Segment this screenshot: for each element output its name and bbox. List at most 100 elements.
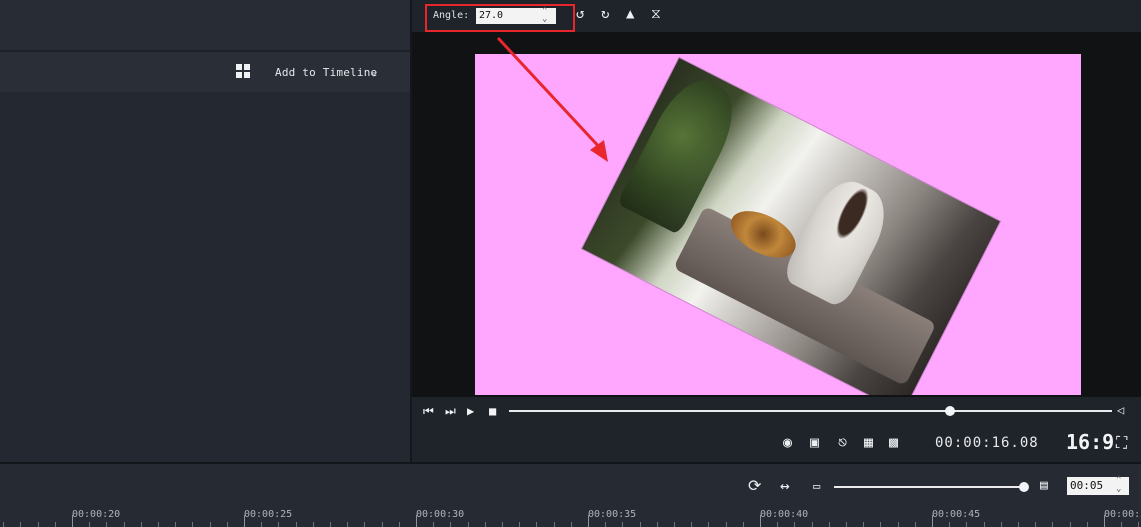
flip-vertical-icon[interactable]: ⧖ bbox=[651, 6, 661, 22]
ruler-minor-tick bbox=[1052, 522, 1053, 527]
ruler-minor-tick bbox=[399, 522, 400, 527]
ruler-minor-tick bbox=[812, 522, 813, 527]
ruler-tick-label: 00:00:35 bbox=[588, 509, 637, 520]
volume-icon[interactable]: ◁ bbox=[1117, 403, 1124, 417]
ruler-minor-tick bbox=[829, 522, 830, 527]
ruler-minor-tick bbox=[55, 522, 56, 527]
next-frame-icon[interactable]: ⏭ bbox=[445, 404, 456, 419]
ruler-minor-tick bbox=[433, 522, 434, 527]
ruler-minor-tick bbox=[863, 522, 864, 527]
ruler-major-tick bbox=[588, 515, 589, 527]
grid-view-icon[interactable] bbox=[236, 64, 250, 78]
ruler-minor-tick bbox=[536, 522, 537, 527]
ruler-minor-tick bbox=[966, 522, 967, 527]
snapshot-icon[interactable]: ▩ bbox=[889, 433, 898, 451]
ruler-tick-label: 00:00:25 bbox=[244, 509, 293, 520]
palette-icon[interactable]: ◉ bbox=[783, 433, 792, 451]
ruler-minor-tick bbox=[726, 522, 727, 527]
screen-capture-icon[interactable]: ▦ bbox=[864, 433, 873, 451]
camera-icon[interactable]: ▣ bbox=[810, 433, 819, 451]
ruler-minor-tick bbox=[227, 522, 228, 527]
ruler-minor-tick bbox=[192, 522, 193, 527]
flip-horizontal-icon[interactable]: ▲ bbox=[626, 6, 634, 22]
ruler-minor-tick bbox=[1070, 522, 1071, 527]
ruler-minor-tick bbox=[984, 522, 985, 527]
ruler-minor-tick bbox=[175, 522, 176, 527]
zoom-in-icon[interactable]: ▤ bbox=[1040, 478, 1048, 493]
ruler-minor-tick bbox=[691, 522, 692, 527]
ruler-minor-tick bbox=[330, 522, 331, 527]
ruler-major-tick bbox=[1104, 515, 1105, 527]
refresh-icon[interactable]: ⟳ bbox=[748, 476, 761, 495]
plant-shape bbox=[616, 69, 747, 236]
ruler-minor-tick bbox=[1035, 522, 1036, 527]
rotated-video-frame bbox=[582, 57, 1000, 395]
ruler-minor-tick bbox=[261, 522, 262, 527]
timecode-display: 00:00:16.08 bbox=[935, 435, 1039, 451]
ruler-minor-tick bbox=[38, 522, 39, 527]
zoom-spinner-icon[interactable]: ⌃ ⌄ bbox=[1116, 476, 1121, 494]
ruler-minor-tick bbox=[571, 522, 572, 527]
ruler-minor-tick bbox=[158, 522, 159, 527]
ruler-minor-tick bbox=[502, 522, 503, 527]
ruler-minor-tick bbox=[485, 522, 486, 527]
ruler-major-tick bbox=[72, 515, 73, 527]
ruler-minor-tick bbox=[20, 522, 21, 527]
ruler-minor-tick bbox=[794, 522, 795, 527]
left-panel-header bbox=[0, 0, 410, 50]
ruler-minor-tick bbox=[278, 522, 279, 527]
ruler-minor-tick bbox=[3, 522, 4, 527]
ruler-minor-tick bbox=[382, 522, 383, 527]
ruler-minor-tick bbox=[898, 522, 899, 527]
ruler-minor-tick bbox=[89, 522, 90, 527]
fit-width-icon[interactable]: ↔ bbox=[780, 476, 790, 495]
ruler-minor-tick bbox=[364, 522, 365, 527]
ruler-minor-tick bbox=[347, 522, 348, 527]
zoom-handle[interactable] bbox=[1019, 482, 1029, 492]
ruler-minor-tick bbox=[1121, 522, 1122, 527]
media-library-area bbox=[0, 92, 410, 462]
ruler-major-tick bbox=[760, 515, 761, 527]
skip-back-icon[interactable]: ⏮ bbox=[423, 404, 434, 419]
ruler-minor-tick bbox=[743, 522, 744, 527]
ruler-minor-tick bbox=[605, 522, 606, 527]
preview-canvas[interactable] bbox=[475, 54, 1081, 395]
ruler-major-tick bbox=[416, 515, 417, 527]
seek-bar[interactable] bbox=[509, 410, 1112, 412]
ruler-minor-tick bbox=[141, 522, 142, 527]
ruler-minor-tick bbox=[949, 522, 950, 527]
rotate-left-icon[interactable]: ↺ bbox=[576, 6, 584, 22]
ruler-minor-tick bbox=[622, 522, 623, 527]
ruler-minor-tick bbox=[708, 522, 709, 527]
ruler-major-tick bbox=[932, 515, 933, 527]
ruler-minor-tick bbox=[554, 522, 555, 527]
ruler-minor-tick bbox=[519, 522, 520, 527]
ruler-minor-tick bbox=[846, 522, 847, 527]
play-icon[interactable]: ▶ bbox=[467, 404, 474, 418]
zoom-out-icon[interactable]: ▭ bbox=[813, 479, 820, 493]
player-controls bbox=[412, 397, 1141, 462]
ruler-minor-tick bbox=[210, 522, 211, 527]
rotate-right-icon[interactable]: ↻ bbox=[601, 6, 609, 22]
ruler-major-tick bbox=[244, 515, 245, 527]
add-to-timeline-button[interactable]: Add to Timeline bbox=[275, 66, 377, 79]
ruler-tick-label: 00:00:50 bbox=[1104, 509, 1141, 520]
fullscreen-icon[interactable]: ⛶ bbox=[1116, 433, 1127, 453]
zoom-slider[interactable] bbox=[834, 486, 1024, 488]
ruler-minor-tick bbox=[296, 522, 297, 527]
ruler-minor-tick bbox=[124, 522, 125, 527]
microphone-icon[interactable]: ⎋ bbox=[838, 433, 847, 451]
ruler-minor-tick bbox=[915, 522, 916, 527]
aspect-ratio-button[interactable]: 16:9 bbox=[1066, 430, 1114, 454]
ruler-minor-tick bbox=[1087, 522, 1088, 527]
stop-icon[interactable]: ■ bbox=[489, 404, 496, 418]
ruler-minor-tick bbox=[1018, 522, 1019, 527]
seek-handle[interactable] bbox=[945, 406, 955, 416]
chevron-down-icon[interactable]: ⌄ bbox=[370, 64, 378, 79]
ruler-minor-tick bbox=[106, 522, 107, 527]
ruler-minor-tick bbox=[1138, 522, 1139, 527]
ruler-minor-tick bbox=[1001, 522, 1002, 527]
ruler-tick-label: 00:00:30 bbox=[416, 509, 465, 520]
ruler-tick-label: 00:00:40 bbox=[760, 509, 809, 520]
ruler-minor-tick bbox=[777, 522, 778, 527]
